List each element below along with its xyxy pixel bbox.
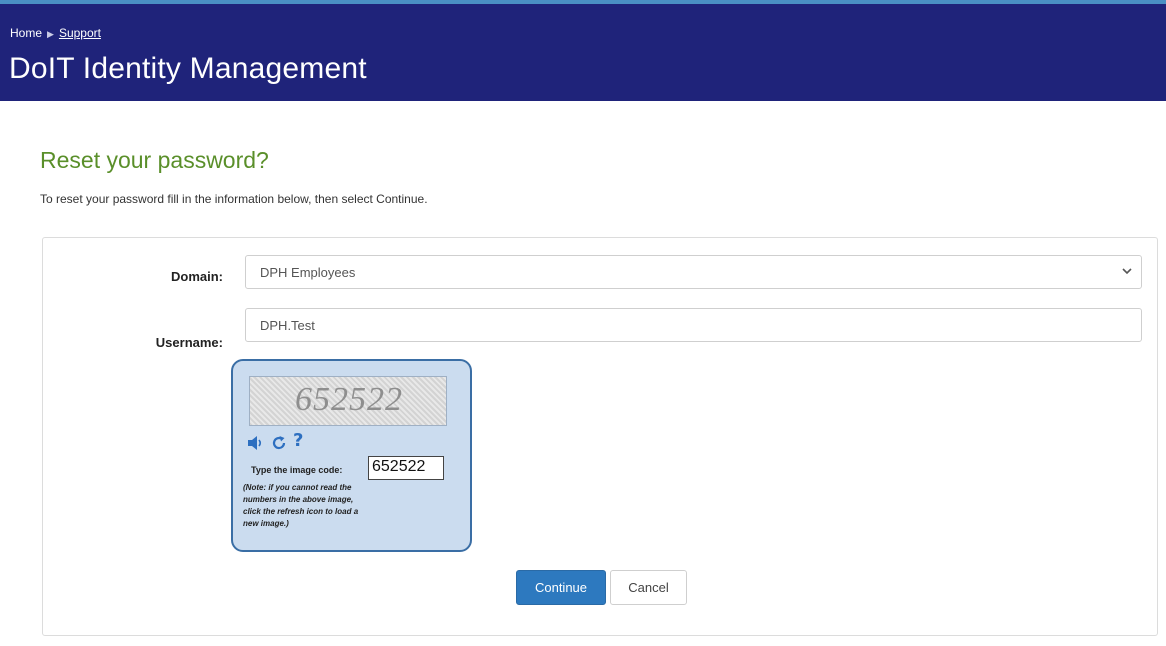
username-label: Username: (155, 335, 223, 350)
captcha-note: (Note: if you cannot read the numbers in… (243, 483, 359, 528)
chevron-down-icon (1122, 268, 1132, 275)
continue-button[interactable]: Continue (516, 570, 606, 605)
captcha-prompt: Type the image code: (251, 465, 343, 475)
breadcrumb-support-link[interactable]: Support (59, 26, 101, 40)
page-title: Reset your password? (40, 147, 269, 173)
domain-select[interactable]: DPH Employees (245, 255, 1142, 289)
app-title: DoIT Identity Management (9, 52, 367, 85)
refresh-icon[interactable] (271, 435, 287, 451)
captcha-image: 652522 (249, 376, 447, 426)
page-intro: To reset your password fill in the infor… (40, 192, 428, 206)
reset-form-panel: Domain: DPH Employees Username: DPH.Test… (42, 237, 1158, 636)
breadcrumb: Home ▶ Support (10, 26, 101, 40)
breadcrumb-separator-icon: ▶ (47, 29, 54, 39)
breadcrumb-home: Home (10, 26, 43, 40)
help-icon[interactable]: ? (293, 430, 303, 451)
captcha-code-text: 652522 (295, 381, 403, 418)
captcha-input[interactable]: 652522 (368, 456, 444, 480)
cancel-button[interactable]: Cancel (610, 570, 687, 605)
domain-selected-value: DPH Employees (260, 265, 356, 280)
speaker-icon[interactable] (247, 435, 265, 451)
captcha-box: 652522 ? Type the image code: 652522 (No… (231, 359, 472, 552)
domain-label: Domain: (171, 269, 223, 284)
username-input[interactable]: DPH.Test (245, 308, 1142, 342)
site-header: Home ▶ Support DoIT Identity Management (0, 4, 1166, 101)
